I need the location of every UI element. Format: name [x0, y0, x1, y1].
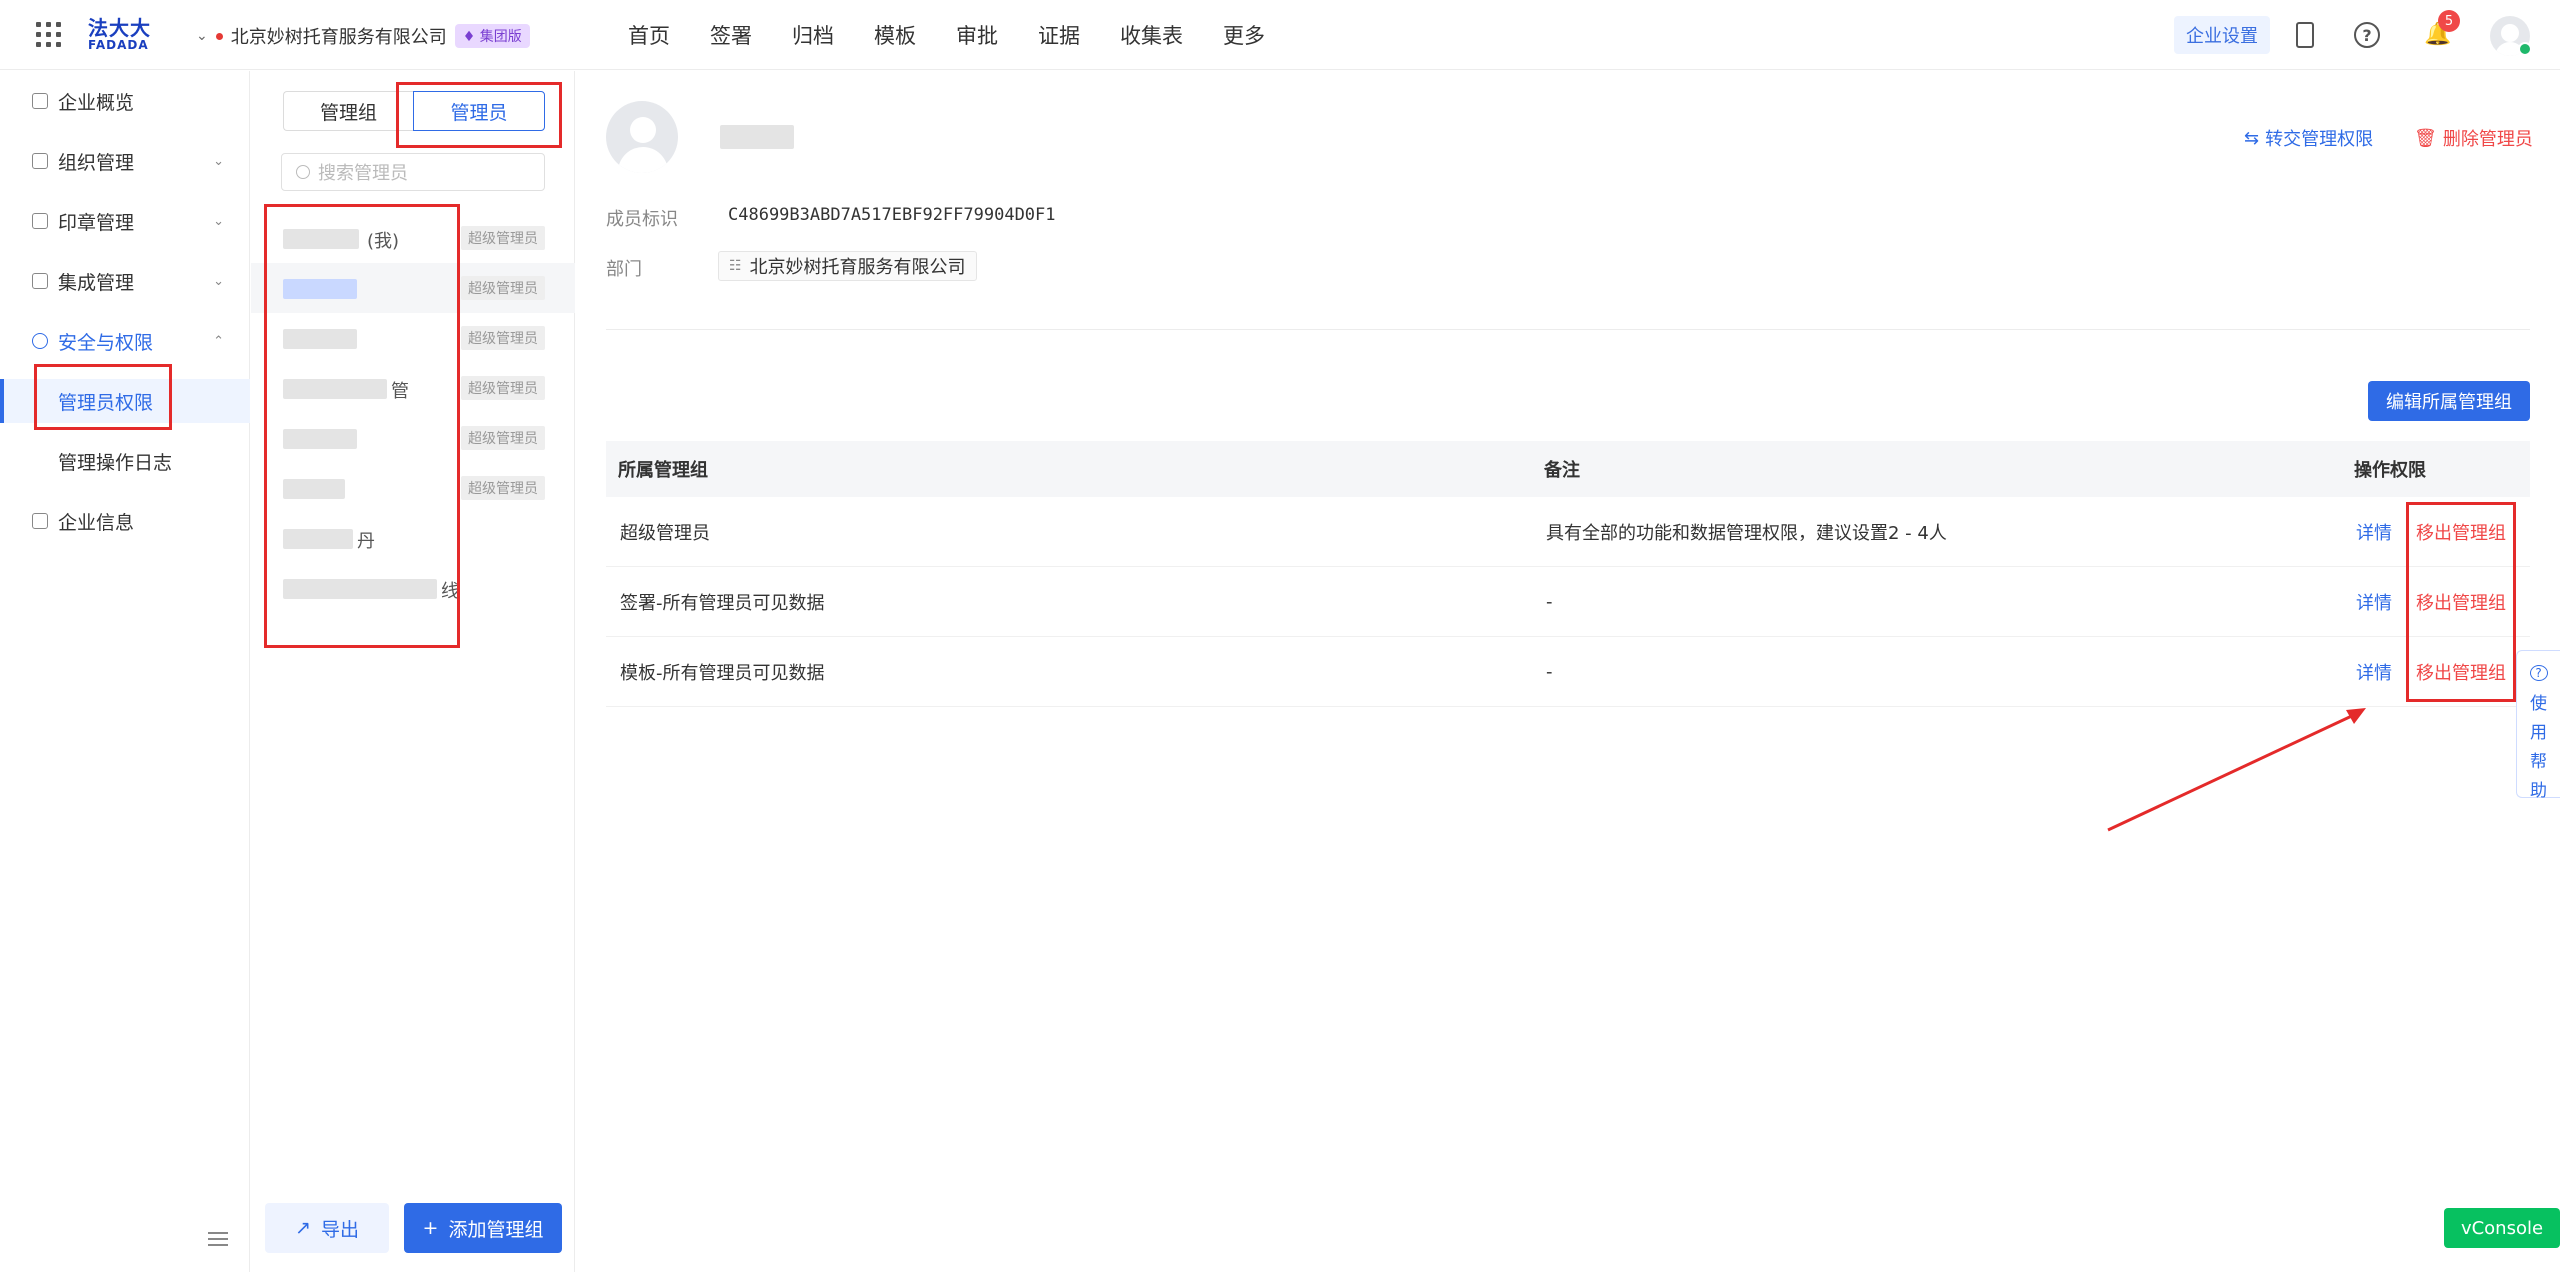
group-note: - [1546, 591, 1553, 612]
chevron-down-icon: ⌄ [213, 273, 224, 289]
table-row: 模板-所有管理员可见数据 - 详情 移出管理组 [606, 637, 2530, 707]
table-header: 所属管理组 备注 操作权限 [606, 441, 2530, 497]
role-tag: 超级管理员 [461, 226, 545, 250]
table-row: 签署-所有管理员可见数据 - 详情 移出管理组 [606, 567, 2530, 637]
detail-link[interactable]: 详情 [2356, 589, 2392, 615]
company-switcher[interactable]: ⌄ 北京妙树托育服务有限公司 ♦ 集团版 [196, 22, 530, 50]
role-tag: 超级管理员 [461, 426, 545, 450]
group-name: 超级管理员 [620, 522, 710, 544]
annotation-box-admin-list [264, 204, 460, 648]
dept-tag: ☷ 北京妙树托育服务有限公司 [718, 251, 977, 281]
nav-template[interactable]: 模板 [874, 20, 916, 52]
nav-form[interactable]: 收集表 [1120, 20, 1183, 52]
chevron-down-icon: ⌄ [196, 28, 208, 44]
detail-link[interactable]: 详情 [2356, 519, 2392, 545]
nav-more[interactable]: 更多 [1223, 20, 1265, 52]
main-nav: 首页 签署 归档 模板 审批 证据 收集表 更多 [628, 20, 1305, 52]
add-admin-group-button[interactable]: + 添加管理组 [404, 1203, 562, 1253]
sidebar-item-organization[interactable]: 组织管理 ⌄ [0, 139, 250, 183]
search-input[interactable]: 搜索管理员 [281, 153, 545, 191]
organization-icon [32, 153, 48, 169]
chevron-down-icon: ⌄ [213, 153, 224, 169]
group-note: - [1546, 661, 1553, 682]
group-table: 所属管理组 备注 操作权限 超级管理员 具有全部的功能和数据管理权限，建议设置2… [606, 441, 2530, 707]
annotation-box-admin-tab [396, 82, 562, 148]
status-dot [215, 32, 223, 40]
building-icon [32, 513, 48, 529]
sidebar-item-seal[interactable]: 印章管理 ⌄ [0, 199, 250, 243]
header-group: 所属管理组 [618, 460, 708, 481]
edition-badge: ♦ 集团版 [454, 24, 530, 48]
header-note: 备注 [1544, 460, 1580, 481]
question-icon: ? [2529, 665, 2548, 681]
admin-avatar [606, 101, 678, 173]
member-id-value: C48699B3ABD7A517EBF92FF79904D0F1 [728, 205, 1056, 225]
admin-detail: ⇆ 转交管理权限 🗑 删除管理员 成员标识 C48699B3ABD7A517EB… [576, 71, 2560, 1272]
export-icon: ↗ [295, 1217, 311, 1239]
table-row: 超级管理员 具有全部的功能和数据管理权限，建议设置2 - 4人 详情 移出管理组 [606, 497, 2530, 567]
app-grid-icon[interactable] [36, 22, 62, 48]
sidebar-item-security[interactable]: 安全与权限 ⌃ [0, 319, 250, 363]
chevron-up-icon: ⌃ [213, 333, 224, 349]
sidebar-item-overview[interactable]: 企业概览 [0, 79, 250, 123]
transfer-permission-link[interactable]: ⇆ 转交管理权限 [2244, 125, 2373, 151]
sidebar-sub-admin-log[interactable]: 管理操作日志 [0, 439, 250, 483]
annotation-arrow [2107, 708, 2366, 832]
chevron-down-icon: ⌄ [213, 213, 224, 229]
collapse-sidebar-icon[interactable] [208, 1232, 228, 1248]
member-id-label: 成员标识 [606, 209, 678, 230]
arrow-line [2107, 712, 2357, 832]
shield-icon [32, 333, 48, 349]
blurred-admin-name [720, 125, 794, 149]
detail-link[interactable]: 详情 [2356, 659, 2392, 685]
layers-icon [32, 273, 48, 289]
divider [606, 329, 2530, 330]
org-tree-icon: ☷ [729, 258, 742, 274]
role-tag: 超级管理员 [461, 476, 545, 500]
edit-groups-button[interactable]: 编辑所属管理组 [2368, 381, 2530, 421]
delete-admin-link[interactable]: 🗑 删除管理员 [2414, 125, 2533, 151]
mobile-icon[interactable] [2296, 22, 2314, 48]
logo-subtext: FADADA [88, 38, 149, 52]
vconsole-button[interactable]: vConsole [2444, 1208, 2560, 1248]
fadada-logo[interactable]: 法大大 FADADA [88, 18, 152, 54]
swap-icon: ⇆ [2244, 127, 2260, 149]
search-icon [296, 165, 310, 179]
company-name: 北京妙树托育服务有限公司 [230, 27, 447, 48]
plus-icon: + [422, 1217, 439, 1239]
notification-badge: 5 [2438, 10, 2460, 32]
role-tag: 超级管理员 [461, 376, 545, 400]
nav-evidence[interactable]: 证据 [1038, 20, 1080, 52]
header-actions: 操作权限 [2354, 460, 2426, 481]
dept-label: 部门 [606, 259, 642, 280]
help-icon[interactable]: ? [2354, 22, 2380, 48]
enterprise-settings-button[interactable]: 企业设置 [2174, 16, 2270, 54]
group-name: 签署-所有管理员可见数据 [620, 592, 825, 614]
export-button[interactable]: ↗ 导出 [265, 1203, 389, 1253]
nav-home[interactable]: 首页 [628, 20, 670, 52]
annotation-box-remove-links [2406, 502, 2516, 702]
tab-admin-group[interactable]: 管理组 [283, 91, 413, 131]
group-name: 模板-所有管理员可见数据 [620, 662, 825, 684]
seal-icon [32, 213, 48, 229]
nav-archive[interactable]: 归档 [792, 20, 834, 52]
trash-icon: 🗑 [2414, 127, 2437, 149]
overview-icon [32, 93, 48, 109]
role-tag: 超级管理员 [461, 326, 545, 350]
verified-icon [2518, 42, 2532, 56]
nav-approval[interactable]: 审批 [956, 20, 998, 52]
annotation-box-sidebar [34, 364, 172, 430]
group-note: 具有全部的功能和数据管理权限，建议设置2 - 4人 [1546, 522, 1947, 544]
logo-text: 法大大 [88, 16, 151, 40]
sidebar-item-integration[interactable]: 集成管理 ⌄ [0, 259, 250, 303]
role-tag: 超级管理员 [461, 276, 545, 300]
sidebar: 企业概览 组织管理 ⌄ 印章管理 ⌄ 集成管理 ⌄ 安全与权限 ⌃ 管理员权限 … [0, 71, 250, 1272]
help-float-button[interactable]: ? 使 用 帮 助 [2516, 650, 2560, 801]
sidebar-item-enterprise-info[interactable]: 企业信息 [0, 499, 250, 543]
nav-sign[interactable]: 签署 [710, 20, 752, 52]
